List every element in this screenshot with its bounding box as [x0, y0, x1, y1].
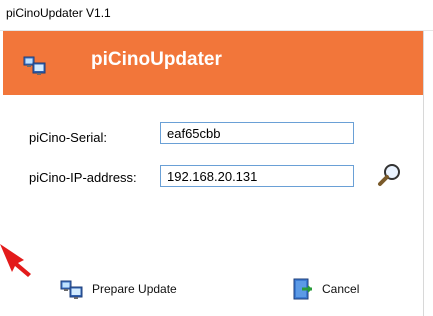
prepare-update-button[interactable]: Prepare Update [60, 274, 177, 304]
serial-label: piCino-Serial: [29, 130, 108, 145]
app-window: piCinoUpdater V1.1 piCinoUpdater piCino-… [0, 0, 433, 316]
window-edge [423, 31, 424, 316]
cancel-label: Cancel [322, 282, 360, 296]
window-title: piCinoUpdater V1.1 [6, 6, 111, 20]
cancel-button[interactable]: Cancel [290, 274, 359, 304]
ip-label: piCino-IP-address: [29, 170, 137, 185]
title-bar: piCinoUpdater V1.1 [0, 0, 433, 31]
serial-field[interactable]: eaf65cbb [160, 122, 354, 144]
magnifier-icon[interactable] [377, 162, 403, 188]
computers-icon [60, 280, 83, 299]
computers-icon [23, 56, 46, 75]
red-arrow-annotation [0, 244, 31, 277]
header-banner: piCinoUpdater [3, 31, 423, 95]
ip-address-field[interactable]: 192.168.20.131 [160, 165, 354, 187]
exit-door-icon [293, 278, 312, 300]
banner-title: piCinoUpdater [91, 49, 222, 70]
prepare-update-label: Prepare Update [92, 282, 177, 296]
